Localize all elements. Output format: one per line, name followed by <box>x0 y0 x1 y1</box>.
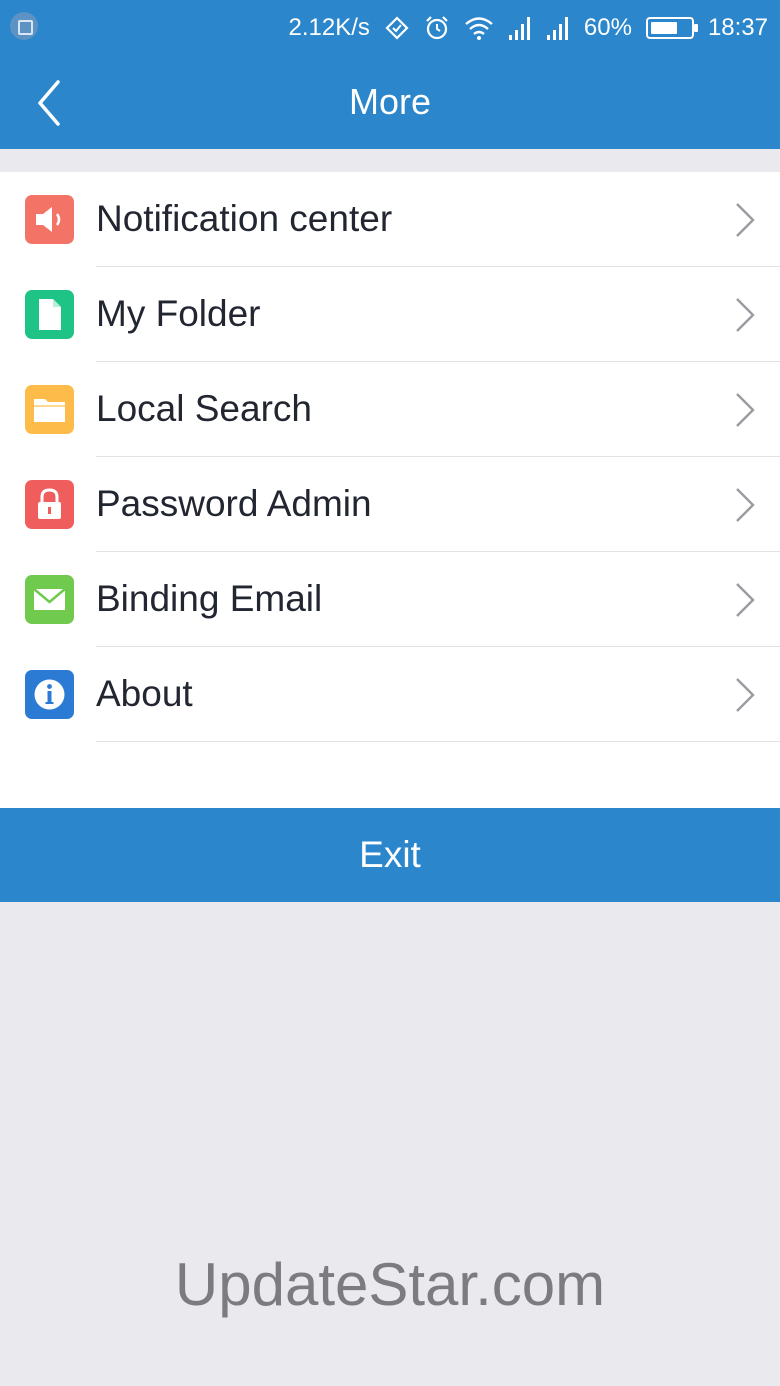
battery-icon <box>645 17 698 39</box>
rotation-lock-icon <box>385 16 409 40</box>
info-icon <box>25 670 74 719</box>
network-speed: 2.12K/s <box>288 14 370 41</box>
signal-icon-2 <box>546 17 568 40</box>
menu-item-my-folder[interactable]: My Folder <box>0 267 780 362</box>
divider <box>96 741 780 742</box>
nav-bar: More <box>0 56 780 149</box>
chevron-right-icon <box>736 488 755 522</box>
menu-item-label: Binding Email <box>96 578 323 619</box>
menu-list: Notification center My Folder Local Sear… <box>0 172 780 808</box>
menu-item-label: Local Search <box>96 388 312 429</box>
envelope-icon <box>25 575 74 624</box>
watermark: UpdateStar.com <box>174 1251 606 1318</box>
chevron-right-icon <box>736 298 755 332</box>
menu-item-password-admin[interactable]: Password Admin <box>0 457 780 552</box>
chevron-right-icon <box>736 678 755 712</box>
menu-item-label: My Folder <box>96 293 261 334</box>
document-icon <box>25 290 74 339</box>
wifi-icon <box>465 17 493 40</box>
battery-percent: 60% <box>583 14 632 41</box>
screenshot-notification-icon <box>10 12 38 40</box>
menu-item-binding-email[interactable]: Binding Email <box>0 552 780 647</box>
menu-item-label: Password Admin <box>96 483 372 524</box>
menu-item-label: Notification center <box>96 198 393 239</box>
status-bar: 2.12K/s 60% 18:37 <box>0 0 780 56</box>
menu-item-notification-center[interactable]: Notification center <box>0 172 780 267</box>
lock-icon <box>25 480 74 529</box>
signal-icon <box>508 17 530 40</box>
menu-item-local-search[interactable]: Local Search <box>0 362 780 457</box>
status-icons: 2.12K/s 60% 18:37 <box>289 12 769 44</box>
clock: 18:37 <box>707 14 768 41</box>
exit-button[interactable]: Exit <box>0 808 780 902</box>
chevron-right-icon <box>736 583 755 617</box>
chevron-right-icon <box>736 393 755 427</box>
alarm-icon <box>426 16 448 40</box>
app-header: 2.12K/s 60% 18:37 More <box>0 0 780 149</box>
speaker-icon <box>25 195 74 244</box>
page-title: More <box>348 81 432 122</box>
chevron-right-icon <box>736 203 755 237</box>
folder-icon <box>25 385 74 434</box>
menu-item-label: About <box>96 673 193 714</box>
menu-item-about[interactable]: About <box>0 647 780 742</box>
